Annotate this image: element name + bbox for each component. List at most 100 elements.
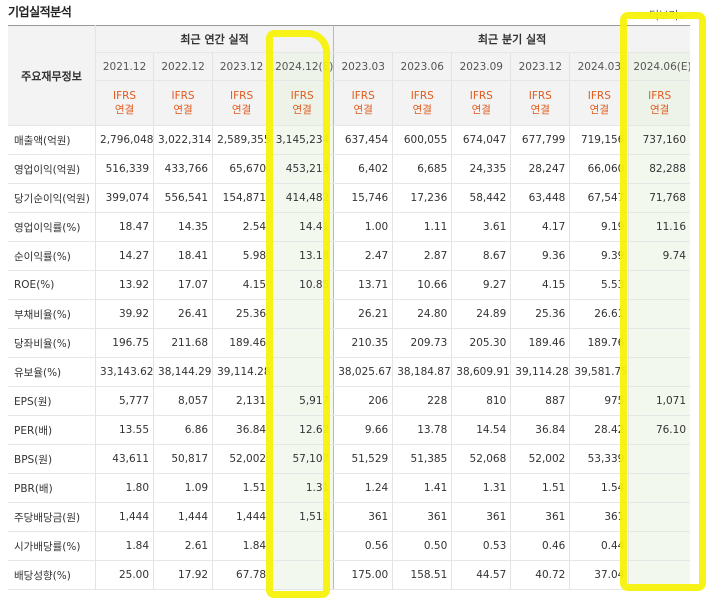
table-cell: 18.47 xyxy=(95,212,154,242)
table-cell: 1,071 xyxy=(628,386,690,416)
chevron-right-icon: ▸ xyxy=(679,12,684,20)
table-cell: 2.54 xyxy=(212,212,271,242)
table-cell: 1.54 xyxy=(569,473,629,503)
table-cell: 26.61 xyxy=(569,299,629,329)
ifrs-header: IFRS 연결 xyxy=(333,80,393,126)
corner-header: 주요재무정보 xyxy=(8,25,96,126)
table-cell: 1,511 xyxy=(270,502,335,532)
table-cell: 1,444 xyxy=(212,502,271,532)
table-cell: 0.46 xyxy=(510,531,570,561)
table-row: 당좌비율(%) 196.75 211.68 189.46 210.35 209.73 205… xyxy=(8,328,690,358)
ifrs-header: IFRS 연결 xyxy=(451,80,511,126)
table-cell: 6.86 xyxy=(153,415,213,445)
table-cell: 38,184.87 xyxy=(392,357,452,387)
table-cell: 25.36 xyxy=(212,299,271,329)
table-cell xyxy=(628,357,690,387)
table-row: 당기순이익(억원) 399,074 556,541 154,871 414,482 15,… xyxy=(8,183,690,213)
table-cell: 5.53 xyxy=(569,270,629,300)
ifrs-header: IFRS 연결 xyxy=(270,80,335,126)
quarterly-group-header: 최근 분기 실적 xyxy=(333,25,690,53)
table-cell: 2.61 xyxy=(153,531,213,561)
table-cell: 39.92 xyxy=(95,299,154,329)
table-cell: 43,611 xyxy=(95,444,154,474)
row-label: 주당배당금(원) xyxy=(8,502,96,532)
table-cell: 1.84 xyxy=(95,531,154,561)
table-cell: 50,817 xyxy=(153,444,213,474)
table-cell: 0.53 xyxy=(451,531,511,561)
more-link[interactable]: 더보기 ▸ xyxy=(649,7,683,23)
table-cell: 14.41 xyxy=(270,212,335,242)
financial-summary-table: 주요재무정보 최근 연간 실적 최근 분기 실적 2021.12 2022.12 2… xyxy=(8,25,690,590)
table-cell: 63,448 xyxy=(510,183,570,213)
consolidated-label: 연결 xyxy=(292,104,312,116)
table-cell: 67,547 xyxy=(569,183,629,213)
table-cell: 209.73 xyxy=(392,328,452,358)
table-cell: 1.31 xyxy=(270,473,335,503)
table-cell: 17,236 xyxy=(392,183,452,213)
table-cell xyxy=(628,328,690,358)
table-cell: 154,871 xyxy=(212,183,271,213)
table-cell: 6,402 xyxy=(333,154,393,184)
table-row: 주당배당금(원) 1,444 1,444 1,444 1,511 361 361 361 361… xyxy=(8,502,690,532)
row-label: 매출액(억원) xyxy=(8,125,96,155)
table-cell: 4.15 xyxy=(212,270,271,300)
table-cell: 9.39 xyxy=(569,241,629,271)
table-cell: 2.87 xyxy=(392,241,452,271)
table-cell: 1.51 xyxy=(510,473,570,503)
table-cell: 399,074 xyxy=(95,183,154,213)
table-cell: 158.51 xyxy=(392,560,452,590)
table-cell: 810 xyxy=(451,386,511,416)
table-row: 영업이익률(%) 18.47 14.35 2.54 14.41 1.00 1.11 3.61 4… xyxy=(8,212,690,242)
table-cell: 1.24 xyxy=(333,473,393,503)
table-cell: 33,143.62 xyxy=(95,357,154,387)
table-cell: 24,335 xyxy=(451,154,511,184)
table-cell xyxy=(270,531,335,561)
table-row: 순이익률(%) 14.27 18.41 5.98 13.18 2.47 2.87 8.67 9.… xyxy=(8,241,690,271)
table-cell: 175.00 xyxy=(333,560,393,590)
table-cell: 9.74 xyxy=(628,241,690,271)
row-label: 배당성향(%) xyxy=(8,560,96,590)
table-row: ROE(%) 13.92 17.07 4.15 10.85 13.71 10.66 9.27 4… xyxy=(8,270,690,300)
table-cell: 2,589,355 xyxy=(212,125,271,155)
table-cell: 39,114.28 xyxy=(212,357,271,387)
table-cell: 36.84 xyxy=(212,415,271,445)
table-cell: 887 xyxy=(510,386,570,416)
consolidated-label: 연결 xyxy=(471,104,491,116)
table-row: PER(배) 13.55 6.86 36.84 12.62 9.66 13.78 14.54 3… xyxy=(8,415,690,445)
table-cell: 14.35 xyxy=(153,212,213,242)
ifrs-label: IFRS xyxy=(112,90,137,102)
table-cell: 13.78 xyxy=(392,415,452,445)
table-cell: 66,060 xyxy=(569,154,629,184)
table-cell: 556,541 xyxy=(153,183,213,213)
table-row: 배당성향(%) 25.00 17.92 67.78 175.00 158.51 44.57 4… xyxy=(8,560,690,590)
table-cell: 13.92 xyxy=(95,270,154,300)
table-cell: 9.66 xyxy=(333,415,393,445)
table-cell: 25.00 xyxy=(95,560,154,590)
table-cell: 975 xyxy=(569,386,629,416)
table-row: 부채비율(%) 39.92 26.41 25.36 26.21 24.80 24.89 25.… xyxy=(8,299,690,329)
table-cell: 361 xyxy=(451,502,511,532)
table-cell: 637,454 xyxy=(333,125,393,155)
table-cell: 5,917 xyxy=(270,386,335,416)
table-cell: 57,107 xyxy=(270,444,335,474)
row-label: 유보율(%) xyxy=(8,357,96,387)
consolidated-label: 연결 xyxy=(589,104,609,116)
consolidated-label: 연결 xyxy=(231,104,252,116)
row-label: PER(배) xyxy=(8,415,96,445)
table-cell: 24.80 xyxy=(392,299,452,329)
table-cell: 10.66 xyxy=(392,270,452,300)
table-cell: 677,799 xyxy=(510,125,570,155)
table-cell: 13.55 xyxy=(95,415,154,445)
table-cell: 361 xyxy=(510,502,570,532)
table-cell: 737,160 xyxy=(628,125,690,155)
table-row: PBR(배) 1.80 1.09 1.51 1.31 1.24 1.41 1.31 1.51 1.… xyxy=(8,473,690,503)
period-header: 2023.12 xyxy=(510,52,570,81)
table-cell: 228 xyxy=(392,386,452,416)
consolidated-label: 연결 xyxy=(114,104,135,116)
table-cell: 189.76 xyxy=(569,328,629,358)
table-cell: 9.19 xyxy=(569,212,629,242)
table-cell: 26.41 xyxy=(153,299,213,329)
table-cell: 2,131 xyxy=(212,386,271,416)
ifrs-header: IFRS 연결 xyxy=(510,80,570,126)
table-cell xyxy=(628,473,690,503)
